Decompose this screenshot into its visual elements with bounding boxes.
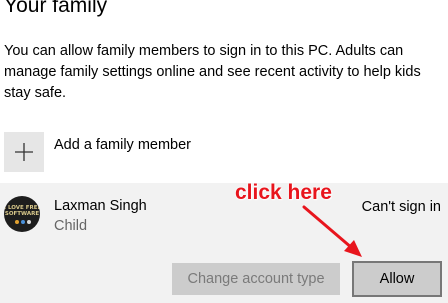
click-here-annotation: click here <box>235 181 332 204</box>
annotation-arrow-icon <box>302 205 362 257</box>
family-member-panel[interactable]: I LOVE FREE SOFTWARE Laxman Singh Child … <box>0 181 448 303</box>
change-account-type-button[interactable]: Change account type <box>172 263 340 295</box>
avatar-logo: I LOVE FREE SOFTWARE <box>4 205 40 217</box>
plus-icon <box>4 132 44 172</box>
member-name: Laxman Singh <box>54 198 147 214</box>
add-family-member-label: Add a family member <box>54 137 191 153</box>
add-family-member-button[interactable]: Add a family member <box>4 132 264 176</box>
member-status: Can't sign in <box>361 199 441 215</box>
avatar-dots <box>15 220 31 224</box>
avatar: I LOVE FREE SOFTWARE <box>4 196 40 232</box>
allow-button[interactable]: Allow <box>352 261 442 297</box>
page-title: Your family <box>4 0 108 17</box>
member-role: Child <box>54 218 88 234</box>
family-description: You can allow family members to sign in … <box>4 43 421 101</box>
